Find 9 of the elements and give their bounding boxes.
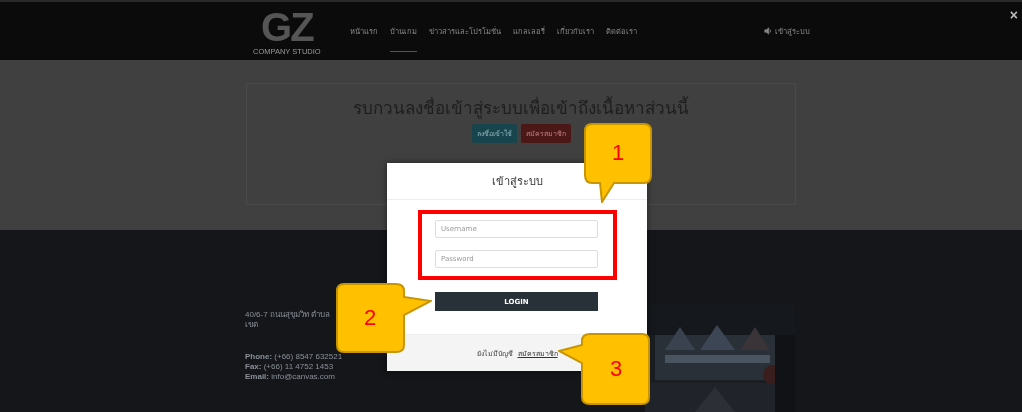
speaker-icon	[764, 27, 772, 35]
contact-line: Email: info@canvas.com	[245, 372, 336, 382]
callout-badge: 2	[336, 283, 432, 353]
contact-line: Fax: (+66) 11 4752 1453	[245, 362, 335, 372]
contact-line: Phone: (+66) 8547 632521	[245, 352, 343, 362]
callout-badge: 1	[584, 123, 652, 203]
close-button[interactable]: ×	[1009, 8, 1018, 22]
callout-badge: 3	[558, 333, 650, 405]
address-text: 40/6-7 ถนนสุขุมวิท ตำบล เขต	[245, 310, 332, 330]
